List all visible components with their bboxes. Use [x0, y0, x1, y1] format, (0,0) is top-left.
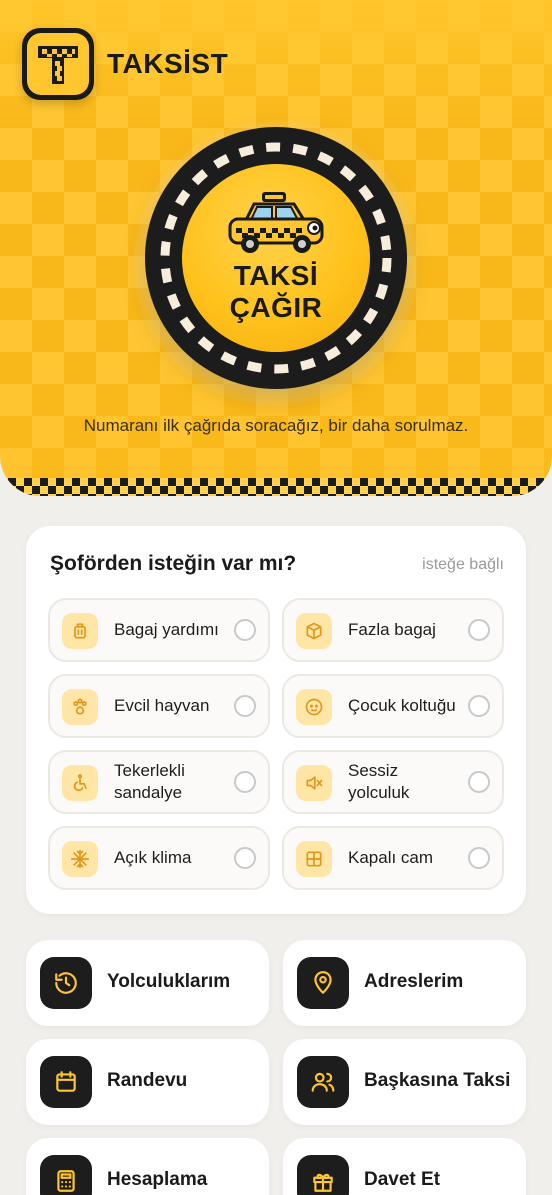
- option-label: Kapalı cam: [348, 848, 434, 867]
- option-pet[interactable]: Evcil hayvan: [48, 674, 270, 738]
- option-label: Çocuk koltuğu: [348, 696, 456, 715]
- paw-icon: [62, 689, 98, 725]
- menu-tile-my-addresses[interactable]: Adreslerim: [283, 940, 526, 1026]
- taxi-car-icon: [228, 192, 324, 253]
- option-radio[interactable]: [234, 619, 256, 641]
- baby-icon: [296, 689, 332, 725]
- option-label: Evcil hayvan: [114, 696, 210, 715]
- brand-name: TAKSİST: [107, 48, 229, 79]
- tile-label: Randevu: [107, 1070, 188, 1091]
- location-pin-icon: [297, 957, 349, 1009]
- snowflake-icon: [62, 841, 98, 877]
- option-radio[interactable]: [468, 619, 490, 641]
- option-label: Açık klima: [114, 848, 192, 867]
- tile-label: Başkasına Taksi: [364, 1070, 511, 1091]
- hero-section: TAKSİST TAKSİ ÇAĞIR Numaranı ilk çağrıda…: [0, 0, 552, 496]
- option-quiet-ride[interactable]: Sessiz yolculuk: [282, 750, 504, 814]
- preferences-title: Şoförden isteğin var mı?: [50, 552, 297, 575]
- option-label: Bagaj yardımı: [114, 620, 219, 639]
- tile-label: Hesaplama: [107, 1169, 208, 1190]
- box-icon: [296, 613, 332, 649]
- call-taxi-label: TAKSİ ÇAĞIR: [229, 260, 323, 323]
- tile-label: Adreslerim: [364, 971, 464, 992]
- option-closed-window[interactable]: Kapalı cam: [282, 826, 504, 890]
- option-wheelchair[interactable]: Tekerlekli sandalye: [48, 750, 270, 814]
- app-logo: [22, 28, 94, 100]
- luggage-icon: [62, 613, 98, 649]
- option-radio[interactable]: [234, 771, 256, 793]
- call-taxi-button[interactable]: TAKSİ ÇAĞIR: [145, 127, 407, 389]
- option-radio[interactable]: [234, 847, 256, 869]
- option-label: Fazla bagaj: [348, 620, 436, 639]
- menu-tile-taxi-for-others[interactable]: Başkasına Taksi: [283, 1039, 526, 1125]
- tile-label: Davet Et: [364, 1169, 441, 1190]
- optional-label: isteğe bağlı: [422, 556, 504, 573]
- history-icon: [40, 957, 92, 1009]
- option-extra-luggage[interactable]: Fazla bagaj: [282, 598, 504, 662]
- call-button-face: TAKSİ ÇAĞIR: [182, 164, 370, 352]
- option-label: Sessiz yolculuk: [348, 761, 410, 802]
- calendar-icon: [40, 1056, 92, 1108]
- users-icon: [297, 1056, 349, 1108]
- option-child-seat[interactable]: Çocuk koltuğu: [282, 674, 504, 738]
- option-radio[interactable]: [468, 695, 490, 717]
- wheelchair-icon: [62, 765, 98, 801]
- taxi-t-logo-icon: [27, 33, 89, 95]
- calculator-icon: [40, 1155, 92, 1195]
- option-radio[interactable]: [468, 847, 490, 869]
- menu-tile-appointment[interactable]: Randevu: [26, 1039, 269, 1125]
- checker-border: [0, 478, 552, 496]
- tile-label: Yolculuklarım: [107, 971, 231, 992]
- menu-tile-calculation[interactable]: Hesaplama: [26, 1138, 269, 1195]
- option-radio[interactable]: [468, 771, 490, 793]
- option-radio[interactable]: [234, 695, 256, 717]
- option-air-conditioning[interactable]: Açık klima: [48, 826, 270, 890]
- phone-info-note: Numaranı ilk çağrıda soracağız, bir daha…: [83, 416, 469, 435]
- gift-icon: [297, 1155, 349, 1195]
- window-icon: [296, 841, 332, 877]
- option-label: Tekerlekli sandalye: [114, 761, 185, 802]
- mute-icon: [296, 765, 332, 801]
- option-luggage-help[interactable]: Bagaj yardımı: [48, 598, 270, 662]
- driver-preferences-card: Şoförden isteğin var mı? isteğe bağlı Ba…: [26, 526, 526, 914]
- menu-tile-invite[interactable]: Davet Et: [283, 1138, 526, 1195]
- menu-tile-my-rides[interactable]: Yolculuklarım: [26, 940, 269, 1026]
